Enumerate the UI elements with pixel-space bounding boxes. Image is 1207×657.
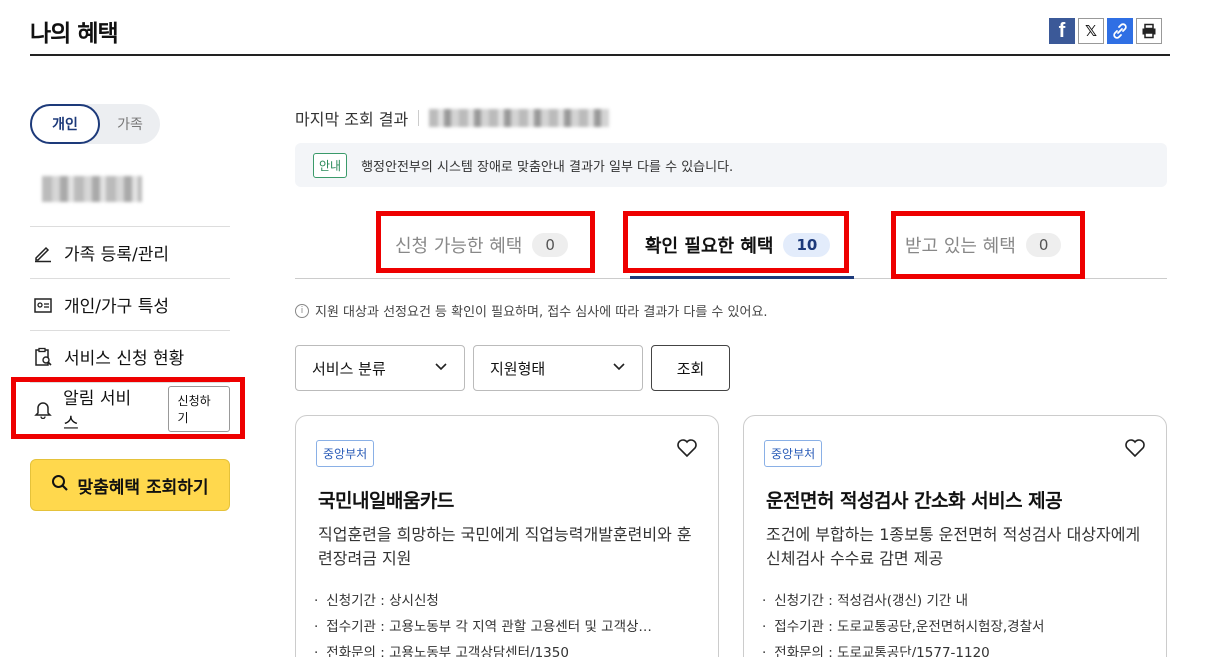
select-value: 지원형태: [490, 359, 546, 378]
page-header: 나의 혜택 f 𝕏: [30, 0, 1170, 56]
custom-benefit-search-button[interactable]: 맞춤혜택 조회하기: [30, 459, 230, 511]
active-tab-indicator: [630, 276, 854, 279]
benefit-card[interactable]: 중앙부처 국민내일배움카드 직업훈련을 희망하는 국민에게 직업능력개발훈련비와…: [295, 415, 719, 657]
card-details: 신청기간 : 적성검사(갱신) 기간 내 접수기관 : 도로교통공단,운전면허시…: [762, 588, 1147, 657]
clipboard-search-icon: [32, 346, 54, 368]
highlight-box-notification: [11, 377, 245, 439]
card-description: 조건에 부합하는 1종보통 운전면허 적성검사 대상자에게 신체검사 수수료 감…: [766, 525, 1141, 568]
notice-banner: 안내 행정안전부의 시스템 장애로 맞춤안내 결과가 일부 다를 수 있습니다.: [295, 143, 1167, 187]
highlight-box-tab-applicable: [376, 211, 595, 273]
sidebar-item-application-status[interactable]: 서비스 신청 현황: [30, 330, 230, 382]
notice-text: 행정안전부의 시스템 장애로 맞춤안내 결과가 일부 다를 수 있습니다.: [361, 159, 734, 175]
sidebar-item-family-management[interactable]: 가족 등록/관리: [30, 226, 230, 278]
benefit-card[interactable]: 중앙부처 운전면허 적성검사 간소화 서비스 제공 조건에 부합하는 1종보통 …: [743, 415, 1167, 657]
search-button[interactable]: 조회: [651, 345, 730, 391]
search-icon: [51, 474, 69, 497]
pencil-icon: [32, 242, 54, 264]
info-icon: i: [295, 303, 309, 318]
link-icon[interactable]: [1107, 18, 1133, 44]
info-text: 지원 대상과 선정요건 등 확인이 필요하며, 접수 심사에 따라 결과가 다를…: [315, 305, 768, 320]
facebook-icon[interactable]: f: [1049, 18, 1075, 44]
card-detail-phone: 전화문의 : 도로교통공단/1577-1120: [762, 640, 1147, 657]
page-title: 나의 혜택: [30, 21, 119, 47]
card-detail-phone: 전화문의 : 고용노동부 고객상담센터/1350: [314, 640, 699, 657]
notice-tag: 안내: [313, 152, 348, 178]
sidebar-item-label: 가족 등록/관리: [64, 245, 169, 265]
heart-icon[interactable]: [676, 438, 698, 464]
share-toolbar: f 𝕏: [1049, 18, 1162, 44]
card-details: 신청기간 : 상시신청 접수기관 : 고용노동부 각 지역 관할 고용센터 및 …: [314, 588, 699, 657]
card-title: 운전면허 적성검사 간소화 서비스 제공: [766, 490, 1063, 512]
service-category-select[interactable]: 서비스 분류: [295, 345, 465, 391]
last-lookup-label: 마지막 조회 결과: [295, 110, 409, 129]
last-lookup: 마지막 조회 결과: [295, 106, 610, 130]
card-detail-agency: 접수기관 : 고용노동부 각 지역 관할 고용센터 및 고객상…: [314, 614, 699, 640]
chevron-down-icon: [612, 359, 626, 377]
sidebar-item-household-traits[interactable]: 개인/가구 특성: [30, 278, 230, 330]
card-detail-period: 신청기간 : 적성검사(갱신) 기간 내: [762, 588, 1147, 614]
print-icon[interactable]: [1136, 18, 1162, 44]
user-name-redacted: [42, 176, 142, 202]
toggle-personal[interactable]: 개인: [30, 104, 100, 144]
personal-family-toggle: 개인 가족: [30, 104, 160, 144]
divider: [418, 110, 420, 126]
highlight-box-tab-receiving: [891, 211, 1085, 279]
cta-label: 맞춤혜택 조회하기: [77, 477, 209, 498]
card-detail-period: 신청기간 : 상시신청: [314, 588, 699, 614]
sidebar-item-label: 서비스 신청 현황: [64, 349, 185, 369]
card-detail-agency: 접수기관 : 도로교통공단,운전면허시험장,경찰서: [762, 614, 1147, 640]
card-title: 국민내일배움카드: [318, 490, 454, 512]
card-description: 직업훈련을 희망하는 국민에게 직업능력개발훈련비와 훈련장려금 지원: [318, 525, 692, 568]
card-badge: 중앙부처: [316, 440, 375, 467]
sidebar-item-label: 개인/가구 특성: [64, 297, 169, 317]
card-badge: 중앙부처: [764, 440, 823, 467]
info-message: i 지원 대상과 선정요건 등 확인이 필요하며, 접수 심사에 따라 결과가 …: [295, 301, 768, 320]
toggle-family[interactable]: 가족: [102, 104, 158, 144]
highlight-box-tab-check-needed: [623, 211, 849, 273]
support-type-select[interactable]: 지원형태: [473, 345, 643, 391]
select-value: 서비스 분류: [312, 359, 386, 378]
chevron-down-icon: [434, 359, 448, 377]
x-twitter-icon[interactable]: 𝕏: [1078, 18, 1104, 44]
last-lookup-date-redacted: [429, 109, 610, 127]
heart-icon[interactable]: [1124, 438, 1146, 464]
id-card-icon: [32, 294, 54, 316]
